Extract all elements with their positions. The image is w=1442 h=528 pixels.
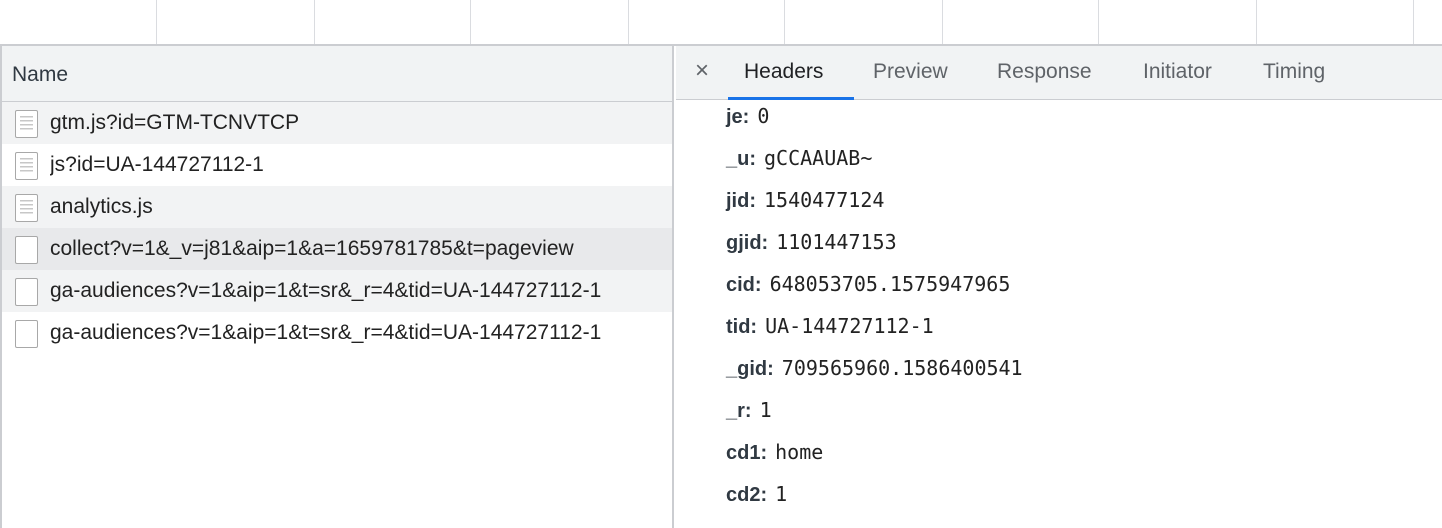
param-row: tid: UA-144727112-1 xyxy=(726,314,934,339)
request-details-pane: × Headers Preview Response Initiator Tim… xyxy=(676,46,1442,528)
tab-headers[interactable]: Headers xyxy=(744,60,823,84)
timeline-gridline xyxy=(314,0,315,44)
param-value: 1540477124 xyxy=(764,188,885,212)
param-value: 0 xyxy=(757,104,770,128)
tab-timing[interactable]: Timing xyxy=(1263,60,1325,84)
timeline-gridline xyxy=(1256,0,1257,44)
blank-file-icon xyxy=(15,236,38,264)
param-key: _u: xyxy=(726,148,756,170)
blank-file-icon xyxy=(15,320,38,348)
request-row[interactable]: ga-audiences?v=1&aip=1&t=sr&_r=4&tid=UA-… xyxy=(2,312,672,354)
request-row[interactable]: gtm.js?id=GTM-TCNVTCP xyxy=(2,102,672,144)
param-row: cid: 648053705.1575947965 xyxy=(726,272,1010,297)
param-row: gjid: 1101447153 xyxy=(726,230,897,255)
timeline-overview[interactable] xyxy=(0,0,1442,46)
param-value: 1 xyxy=(775,482,788,506)
request-row[interactable]: ga-audiences?v=1&aip=1&t=sr&_r=4&tid=UA-… xyxy=(2,270,672,312)
query-params-list: je: 0 _u: gCCAAUAB~ jid: 1540477124 gjid: 11… xyxy=(676,100,1442,528)
param-value: gCCAAUAB~ xyxy=(764,146,873,170)
param-row: je: 0 xyxy=(726,104,769,129)
param-value: 1101447153 xyxy=(776,230,897,254)
blank-file-icon xyxy=(15,278,38,306)
timeline-gridline xyxy=(470,0,471,44)
details-tabbar: × Headers Preview Response Initiator Tim… xyxy=(676,46,1442,100)
param-key: _r: xyxy=(726,400,752,422)
timeline-gridline xyxy=(784,0,785,44)
request-list-pane: Name gtm.js?id=GTM-TCNVTCP js?id=UA-1447… xyxy=(0,46,674,528)
name-column-header[interactable]: Name xyxy=(2,46,672,102)
close-details-button[interactable]: × xyxy=(690,56,714,86)
timeline-gridline xyxy=(628,0,629,44)
timeline-gridline xyxy=(156,0,157,44)
param-row: cd1: home xyxy=(726,440,823,465)
request-rows: gtm.js?id=GTM-TCNVTCP js?id=UA-144727112… xyxy=(2,102,672,354)
param-key: gjid: xyxy=(726,232,769,254)
param-key: cid: xyxy=(726,274,762,296)
tab-initiator[interactable]: Initiator xyxy=(1143,60,1212,84)
request-row[interactable]: analytics.js xyxy=(2,186,672,228)
param-value: UA-144727112-1 xyxy=(765,314,934,338)
param-value: 648053705.1575947965 xyxy=(769,272,1011,296)
param-row: cd2: 1 xyxy=(726,482,787,507)
param-row: jid: 1540477124 xyxy=(726,188,884,213)
request-row-selected[interactable]: collect?v=1&_v=j81&aip=1&a=1659781785&t=… xyxy=(2,228,672,270)
script-file-icon xyxy=(15,152,38,180)
param-value: 1 xyxy=(759,398,772,422)
timeline-gridline xyxy=(1413,0,1414,44)
param-key: tid: xyxy=(726,316,758,338)
timeline-gridline xyxy=(1098,0,1099,44)
tab-preview[interactable]: Preview xyxy=(873,60,948,84)
param-key: cd1: xyxy=(726,442,768,464)
request-name: ga-audiences?v=1&aip=1&t=sr&_r=4&tid=UA-… xyxy=(50,279,602,302)
param-value: home xyxy=(775,440,824,464)
request-name: ga-audiences?v=1&aip=1&t=sr&_r=4&tid=UA-… xyxy=(50,321,602,344)
param-value: 709565960.1586400541 xyxy=(781,356,1023,380)
param-row: _r: 1 xyxy=(726,398,772,423)
request-name: collect?v=1&_v=j81&aip=1&a=1659781785&t=… xyxy=(50,237,574,260)
param-row: _gid: 709565960.1586400541 xyxy=(726,356,1023,381)
param-key: _gid: xyxy=(726,358,774,380)
script-file-icon xyxy=(15,194,38,222)
tab-response[interactable]: Response xyxy=(997,60,1092,84)
param-key: je: xyxy=(726,106,750,128)
request-name: gtm.js?id=GTM-TCNVTCP xyxy=(50,111,300,134)
param-row: _u: gCCAAUAB~ xyxy=(726,146,872,171)
script-file-icon xyxy=(15,110,38,138)
request-name: analytics.js xyxy=(50,195,153,218)
request-name: js?id=UA-144727112-1 xyxy=(50,153,264,176)
param-key: jid: xyxy=(726,190,756,212)
request-row[interactable]: js?id=UA-144727112-1 xyxy=(2,144,672,186)
name-column-label: Name xyxy=(12,63,69,86)
param-key: cd2: xyxy=(726,484,768,506)
timeline-gridline xyxy=(942,0,943,44)
